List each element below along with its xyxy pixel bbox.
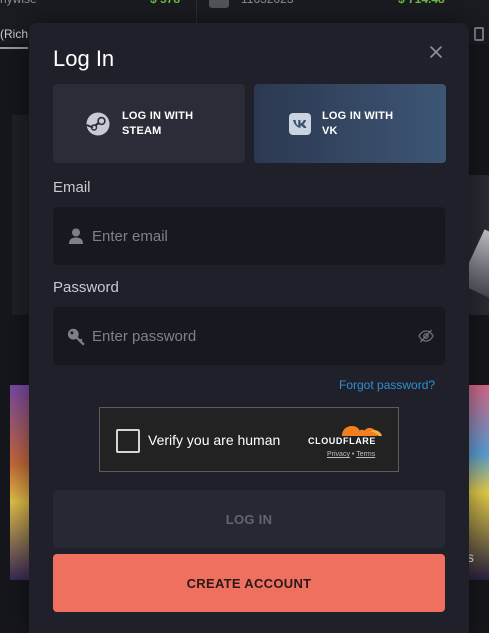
bg-tab: (Rich bbox=[0, 27, 29, 41]
vk-login-button[interactable]: LOG IN WITH VK bbox=[254, 84, 446, 163]
bg-amount: $ 578 bbox=[150, 0, 180, 10]
bg-amount: $ 714.48 bbox=[398, 0, 445, 10]
link-separator: • bbox=[351, 451, 355, 458]
captcha-links: Privacy • Terms bbox=[327, 451, 375, 458]
password-field bbox=[53, 307, 445, 365]
cloudflare-wordmark: CLOUDFLARE bbox=[308, 436, 376, 446]
bg-clipboard-icon bbox=[474, 27, 484, 41]
vk-icon bbox=[288, 112, 312, 136]
eye-off-icon[interactable] bbox=[417, 327, 435, 345]
password-input[interactable] bbox=[92, 307, 402, 365]
login-button[interactable]: LOG IN bbox=[53, 490, 445, 548]
bg-divider bbox=[196, 0, 197, 24]
vk-login-label: LOG IN WITH VK bbox=[322, 110, 394, 137]
captcha-widget: Verify you are human CLOUDFLARE Privacy … bbox=[99, 407, 399, 472]
steam-login-button[interactable]: LOG IN WITH STEAM bbox=[53, 84, 245, 163]
terms-link[interactable]: Terms bbox=[356, 451, 375, 458]
login-modal: Log In LOG IN WITH STEAM LOG IN WITH VK … bbox=[29, 23, 469, 633]
create-account-button[interactable]: CREATE ACCOUNT bbox=[53, 554, 445, 612]
bg-tab-underline bbox=[0, 47, 28, 49]
password-label: Password bbox=[53, 279, 119, 296]
bg-avatar bbox=[209, 0, 229, 8]
email-input[interactable] bbox=[92, 207, 402, 265]
captcha-checkbox[interactable] bbox=[116, 429, 140, 453]
email-label: Email bbox=[53, 179, 91, 196]
bg-username: nywise bbox=[0, 0, 37, 10]
key-icon bbox=[67, 326, 85, 346]
user-icon bbox=[67, 226, 85, 246]
steam-icon bbox=[86, 112, 110, 136]
steam-login-label: LOG IN WITH STEAM bbox=[122, 110, 194, 137]
modal-title: Log In bbox=[53, 46, 115, 71]
bg-card bbox=[466, 175, 489, 315]
forgot-password-link[interactable]: Forgot password? bbox=[339, 378, 435, 392]
captcha-text: Verify you are human bbox=[148, 432, 281, 448]
email-field bbox=[53, 207, 445, 265]
privacy-link[interactable]: Privacy bbox=[327, 451, 350, 458]
bg-username: 11632023 bbox=[241, 0, 294, 10]
close-icon bbox=[430, 45, 442, 63]
close-button[interactable] bbox=[427, 45, 445, 63]
